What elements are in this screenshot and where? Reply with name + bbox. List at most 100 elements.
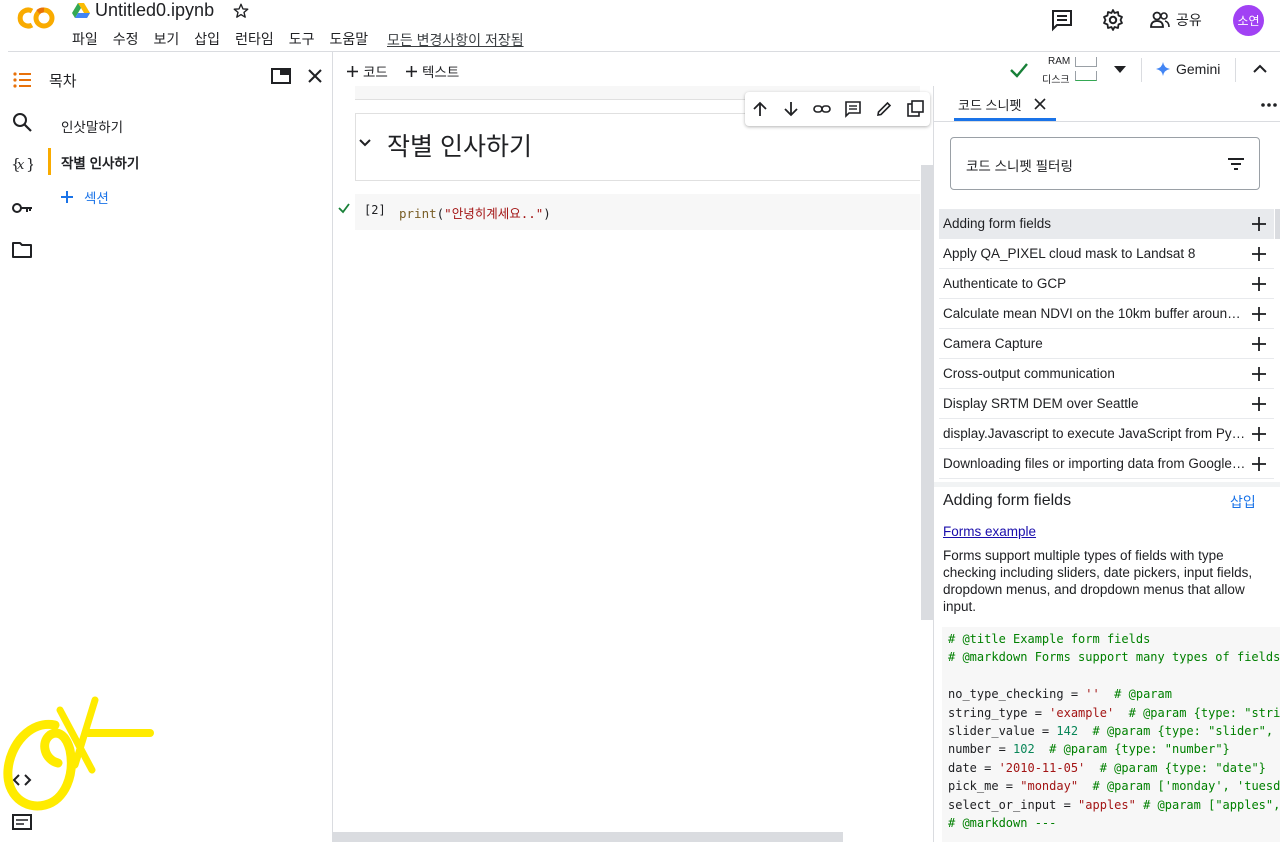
people-icon: [1150, 11, 1170, 28]
document-title[interactable]: Untitled0.ipynb: [95, 0, 214, 21]
list-item[interactable]: Display SRTM DEM over Seattle: [939, 389, 1274, 419]
menu-help[interactable]: 도움말: [329, 29, 368, 49]
menu-view[interactable]: 보기: [154, 29, 180, 49]
toc-title: 목차: [49, 73, 77, 90]
variables-icon[interactable]: { x }: [11, 153, 33, 175]
list-item[interactable]: Adding form fields: [939, 209, 1274, 239]
snippet-detail-title: Adding form fields: [943, 492, 1072, 509]
notebook-horizontal-scrollbar[interactable]: [333, 832, 843, 842]
add-code-label: 코드: [363, 65, 388, 80]
share-button[interactable]: 공유: [1150, 8, 1202, 32]
link-icon[interactable]: [813, 100, 831, 118]
plus-icon[interactable]: [1252, 307, 1266, 321]
menu-edit[interactable]: 수정: [113, 29, 139, 49]
plus-icon[interactable]: [1252, 367, 1266, 381]
close-icon[interactable]: [305, 66, 325, 86]
code-var: slider_value =: [948, 724, 1057, 739]
plus-icon: [406, 65, 417, 77]
code-line: slider_value = 142 # @param {type: "slid…: [948, 722, 1274, 740]
right-panel-divider[interactable]: [933, 86, 934, 842]
run-success-check-icon: [338, 203, 350, 214]
plus-icon[interactable]: [1252, 337, 1266, 351]
ram-label: RAM: [1048, 56, 1071, 67]
list-item[interactable]: Camera Capture: [939, 329, 1274, 359]
list-item[interactable]: Downloading files or importing data from…: [939, 449, 1274, 479]
tab-code-snippets[interactable]: 코드 스니펫: [958, 95, 1021, 114]
code-number: 142: [1056, 724, 1079, 739]
plus-icon[interactable]: [1252, 277, 1266, 291]
add-section-button[interactable]: 섹션: [60, 187, 109, 207]
gear-icon[interactable]: [1101, 8, 1125, 32]
plus-icon[interactable]: [1252, 247, 1266, 261]
folder-icon[interactable]: [11, 239, 33, 261]
open-in-tab-icon[interactable]: [270, 66, 292, 86]
table-of-contents-icon[interactable]: [11, 69, 33, 91]
code-string: 'example': [1049, 705, 1115, 720]
plus-icon[interactable]: [1252, 397, 1266, 411]
comment-icon[interactable]: [844, 100, 862, 118]
code-line[interactable]: print("안녕히계세요.."): [399, 203, 551, 222]
snippet-title: Camera Capture: [943, 336, 1043, 351]
forms-example-link[interactable]: Forms example: [943, 524, 1036, 539]
filter-icon[interactable]: [1227, 157, 1245, 171]
chevron-down-icon[interactable]: [1114, 66, 1126, 74]
snippet-title: Adding form fields: [943, 216, 1052, 231]
move-up-icon[interactable]: [751, 100, 769, 118]
key-icon[interactable]: [11, 197, 33, 219]
code-comment: # @markdown ---: [948, 816, 1057, 831]
toc-item-farewell[interactable]: 작별 인사하기: [61, 152, 139, 172]
plus-icon[interactable]: [1252, 457, 1266, 471]
save-status[interactable]: 모든 변경사항이 저장됨: [387, 30, 524, 50]
snippet-list: Adding form fields Apply QA_PIXEL cloud …: [939, 209, 1274, 479]
more-options-icon[interactable]: [1260, 99, 1278, 111]
toc-item-greeting[interactable]: 인삿말하기: [61, 116, 123, 136]
comment-icon[interactable]: [1050, 8, 1074, 32]
chevron-down-icon[interactable]: [358, 137, 372, 149]
gemini-button[interactable]: Gemini: [1156, 61, 1220, 77]
add-code-button[interactable]: 코드: [347, 61, 388, 81]
search-icon[interactable]: [11, 111, 33, 133]
code-comment: # @title Example form fields: [948, 632, 1151, 646]
insert-button[interactable]: 삽입: [1230, 492, 1256, 512]
list-item[interactable]: display.Javascript to execute JavaScript…: [939, 419, 1274, 449]
code-function: print: [399, 206, 437, 221]
snippet-title: Cross-output communication: [943, 366, 1115, 381]
menu-file[interactable]: 파일: [72, 29, 98, 49]
toolbar-separator: [1235, 58, 1236, 82]
code-line: string_type = 'example' # @param {type: …: [948, 704, 1280, 722]
snippet-list-scrollbar[interactable]: [1275, 209, 1280, 239]
menu-runtime[interactable]: 런타임: [235, 29, 274, 49]
avatar[interactable]: 소연: [1233, 5, 1264, 36]
plus-icon[interactable]: [1252, 427, 1266, 441]
move-down-icon[interactable]: [782, 100, 800, 118]
list-item[interactable]: Calculate mean NDVI on the 10km buffer a…: [939, 299, 1274, 329]
filter-placeholder: 코드 스니펫 필터링: [966, 159, 1073, 174]
plus-icon: [61, 191, 73, 203]
notebook-vertical-scrollbar[interactable]: [921, 165, 933, 620]
menu-insert[interactable]: 삽입: [194, 29, 220, 49]
chevron-up-icon[interactable]: [1252, 62, 1268, 76]
add-text-button[interactable]: 텍스트: [406, 61, 459, 81]
star-icon[interactable]: [232, 2, 250, 20]
code-string: "안녕히계세요..": [444, 206, 544, 221]
code-line: select_or_input = "apples" # @param ["ap…: [948, 796, 1280, 814]
connected-check-icon[interactable]: [1009, 61, 1029, 79]
snippet-filter-input[interactable]: 코드 스니펫 필터링: [950, 137, 1260, 190]
sparkle-icon: [1156, 62, 1170, 76]
close-icon[interactable]: [1034, 98, 1046, 110]
colab-logo[interactable]: [14, 4, 58, 32]
add-section-label: 섹션: [84, 191, 109, 206]
plus-icon[interactable]: [1252, 217, 1266, 231]
yellow-scribble-annotation: [3, 696, 154, 811]
code-comment: # @param ['monday', 'tuesday', 'wednesda…: [1092, 779, 1280, 794]
snippet-code-preview[interactable]: # @title Example form fields # @markdown…: [942, 627, 1280, 842]
edit-pencil-icon[interactable]: [875, 100, 893, 118]
list-item[interactable]: Apply QA_PIXEL cloud mask to Landsat 8: [939, 239, 1274, 269]
menu-bar: 파일 수정 보기 삽입 런타임 도구 도움말: [72, 29, 383, 49]
menu-tools[interactable]: 도구: [289, 29, 315, 49]
code-line: date = '2010-11-05' # @param {type: "dat…: [948, 759, 1274, 777]
list-item[interactable]: Authenticate to GCP: [939, 269, 1274, 299]
execution-count[interactable]: [2]: [364, 203, 386, 217]
mirror-cell-icon[interactable]: [906, 100, 924, 118]
list-item[interactable]: Cross-output communication: [939, 359, 1274, 389]
